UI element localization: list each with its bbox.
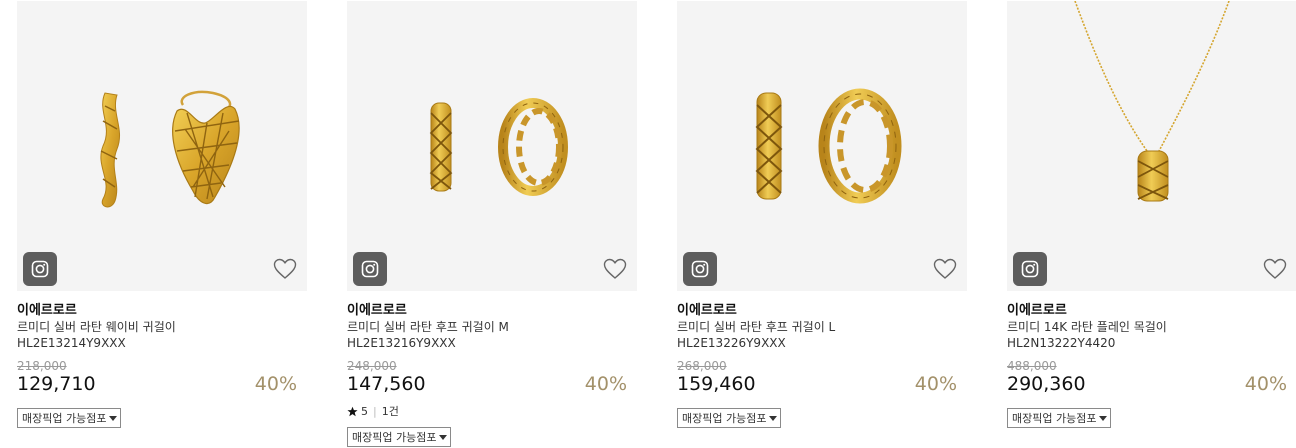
product-card[interactable]: 이에르로르 르미디 14K 라탄 플레인 목걸이 HL2N13222Y4420 … xyxy=(1007,0,1296,448)
instagram-button[interactable] xyxy=(1013,252,1047,286)
product-name[interactable]: 르미디 실버 라탄 후프 귀걸이 L xyxy=(677,318,835,335)
brand-name[interactable]: 이에르로르 xyxy=(677,299,737,318)
necklace-pendant-image xyxy=(1074,1,1230,202)
product-image[interactable] xyxy=(677,1,967,291)
product-image[interactable] xyxy=(17,1,307,291)
store-pickup-label: 매장픽업 가능점포 xyxy=(1012,412,1097,425)
product-name[interactable]: 르미디 실버 라탄 웨이비 귀걸이 xyxy=(17,318,176,335)
discount-rate: 40% xyxy=(254,373,297,395)
product-card[interactable]: 이에르로르 르미디 실버 라탄 후프 귀걸이 M HL2E13216Y9XXX … xyxy=(347,0,637,448)
heart-outline-icon[interactable] xyxy=(933,258,957,280)
discount-rate: 40% xyxy=(1244,373,1287,395)
review-count[interactable]: 1건 xyxy=(382,403,399,419)
product-code: HL2E13214Y9XXX xyxy=(17,336,126,350)
store-pickup-dropdown[interactable]: 매장픽업 가능점포 xyxy=(17,408,122,428)
rating-value: 5 xyxy=(361,404,368,418)
store-pickup-label: 매장픽업 가능점포 xyxy=(22,412,107,425)
product-image[interactable] xyxy=(1007,1,1296,291)
earrings-hoop-m-image xyxy=(429,98,568,196)
brand-name[interactable]: 이에르로르 xyxy=(347,299,407,318)
sale-price: 159,460 xyxy=(677,373,756,395)
original-price: 268,000 xyxy=(677,359,727,373)
sale-price: 129,710 xyxy=(17,373,96,395)
instagram-icon xyxy=(691,260,709,278)
brand-name[interactable]: 이에르로르 xyxy=(17,299,77,318)
instagram-button[interactable] xyxy=(353,252,387,286)
heart-outline-icon[interactable] xyxy=(603,258,627,280)
rating-divider: | xyxy=(373,404,377,418)
sale-price: 147,560 xyxy=(347,373,426,395)
caret-down-icon xyxy=(109,415,118,421)
original-price: 488,000 xyxy=(1007,359,1057,373)
instagram-button[interactable] xyxy=(23,252,57,286)
instagram-icon xyxy=(31,260,49,278)
product-code: HL2E13226Y9XXX xyxy=(677,336,786,350)
instagram-icon xyxy=(361,260,379,278)
product-image[interactable] xyxy=(347,1,637,291)
store-pickup-label: 매장픽업 가능점포 xyxy=(352,431,437,444)
store-pickup-dropdown[interactable]: 매장픽업 가능점포 xyxy=(677,408,782,428)
heart-outline-icon[interactable] xyxy=(273,258,297,280)
store-pickup-dropdown[interactable]: 매장픽업 가능점포 xyxy=(1007,408,1112,428)
instagram-button[interactable] xyxy=(683,252,717,286)
earrings-wavy-image xyxy=(100,90,240,208)
store-pickup-dropdown[interactable]: 매장픽업 가능점포 xyxy=(347,427,452,447)
discount-rate: 40% xyxy=(914,373,957,395)
product-card[interactable]: 이에르로르 르미디 실버 라탄 웨이비 귀걸이 HL2E13214Y9XXX 2… xyxy=(17,0,307,448)
product-code: HL2N13222Y4420 xyxy=(1007,336,1116,350)
star-icon xyxy=(347,406,358,416)
original-price: 218,000 xyxy=(17,359,67,373)
product-name[interactable]: 르미디 실버 라탄 후프 귀걸이 M xyxy=(347,318,509,335)
rating-summary: 5 | 1건 xyxy=(347,403,399,419)
heart-outline-icon[interactable] xyxy=(1263,258,1287,280)
product-name[interactable]: 르미디 14K 라탄 플레인 목걸이 xyxy=(1007,318,1167,335)
brand-name[interactable]: 이에르로르 xyxy=(1007,299,1067,318)
sale-price: 290,360 xyxy=(1007,373,1086,395)
product-card[interactable]: 이에르로르 르미디 실버 라탄 후프 귀걸이 L HL2E13226Y9XXX … xyxy=(677,0,967,448)
product-code: HL2E13216Y9XXX xyxy=(347,336,456,350)
earrings-hoop-l-image xyxy=(755,88,902,204)
caret-down-icon xyxy=(769,415,778,421)
store-pickup-label: 매장픽업 가능점포 xyxy=(682,412,767,425)
caret-down-icon xyxy=(439,434,448,440)
original-price: 248,000 xyxy=(347,359,397,373)
instagram-icon xyxy=(1021,260,1039,278)
discount-rate: 40% xyxy=(584,373,627,395)
caret-down-icon xyxy=(1099,415,1108,421)
